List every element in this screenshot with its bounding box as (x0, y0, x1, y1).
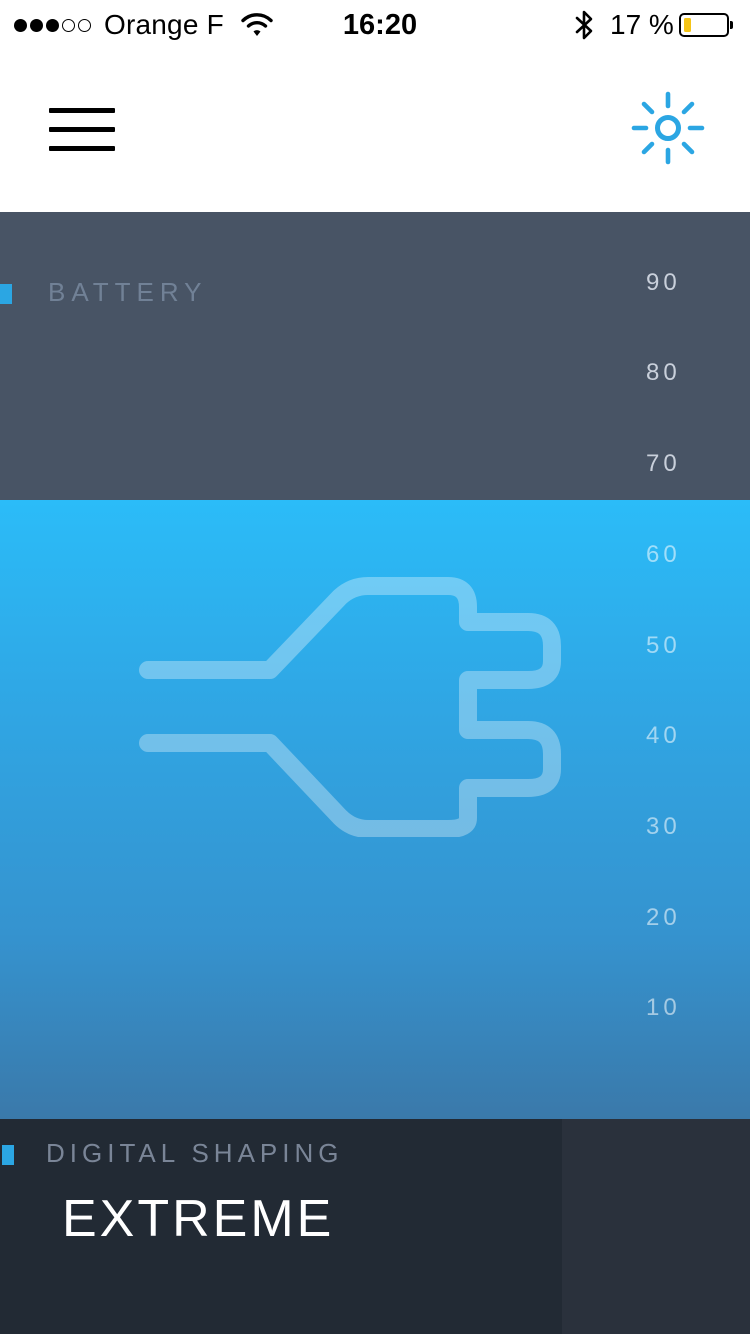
scale-tick-label: 20 (646, 903, 681, 931)
top-navigation (0, 50, 750, 212)
battery-percent-text: 17 % (610, 9, 674, 40)
wifi-icon (241, 13, 273, 36)
section-marker (2, 1145, 14, 1165)
digital-shaping-panel[interactable]: DIGITAL SHAPING EXTREME (0, 1119, 562, 1334)
signal-dot (30, 18, 43, 32)
battery-panel: BATTERY 90 80 70 60 50 40 30 20 10 (0, 212, 750, 1119)
scale-tick-label: 70 (646, 450, 681, 478)
status-time: 16:20 (342, 9, 418, 41)
brightness-sun-icon[interactable] (626, 86, 710, 170)
scale-tick-label: 80 (646, 359, 681, 387)
hamburger-menu-icon (49, 146, 115, 151)
scale-tick-label: 90 (646, 268, 681, 296)
scale-tick-label: 50 (646, 631, 681, 659)
cellular-signal-indicator (14, 18, 94, 32)
scale-tick-label: 10 (646, 994, 681, 1022)
scale-tick-label: 30 (646, 812, 681, 840)
status-bar: Orange F 16:20 17 % (0, 0, 750, 50)
battery-fill (684, 18, 691, 32)
menu-button[interactable] (40, 98, 124, 162)
battery-cap (730, 21, 733, 29)
signal-dot (62, 18, 75, 32)
signal-dot (14, 18, 27, 32)
power-plug-icon (139, 577, 561, 837)
signal-dot (46, 18, 59, 32)
bluetooth-icon (575, 10, 593, 40)
digital-shaping-label: DIGITAL SHAPING (46, 1138, 344, 1168)
signal-dot (78, 18, 91, 32)
hamburger-menu-icon (49, 127, 115, 132)
scale-tick-label: 40 (646, 722, 681, 750)
scale-tick-label: 60 (646, 540, 681, 568)
section-marker (0, 284, 12, 304)
digital-shaping-value: EXTREME (62, 1190, 335, 1248)
side-panel (562, 1119, 750, 1334)
carrier-name: Orange F (104, 9, 224, 40)
battery-outline (679, 13, 729, 37)
hamburger-menu-icon (49, 108, 115, 113)
battery-section-label: BATTERY (48, 277, 208, 307)
battery-icon (679, 13, 733, 37)
